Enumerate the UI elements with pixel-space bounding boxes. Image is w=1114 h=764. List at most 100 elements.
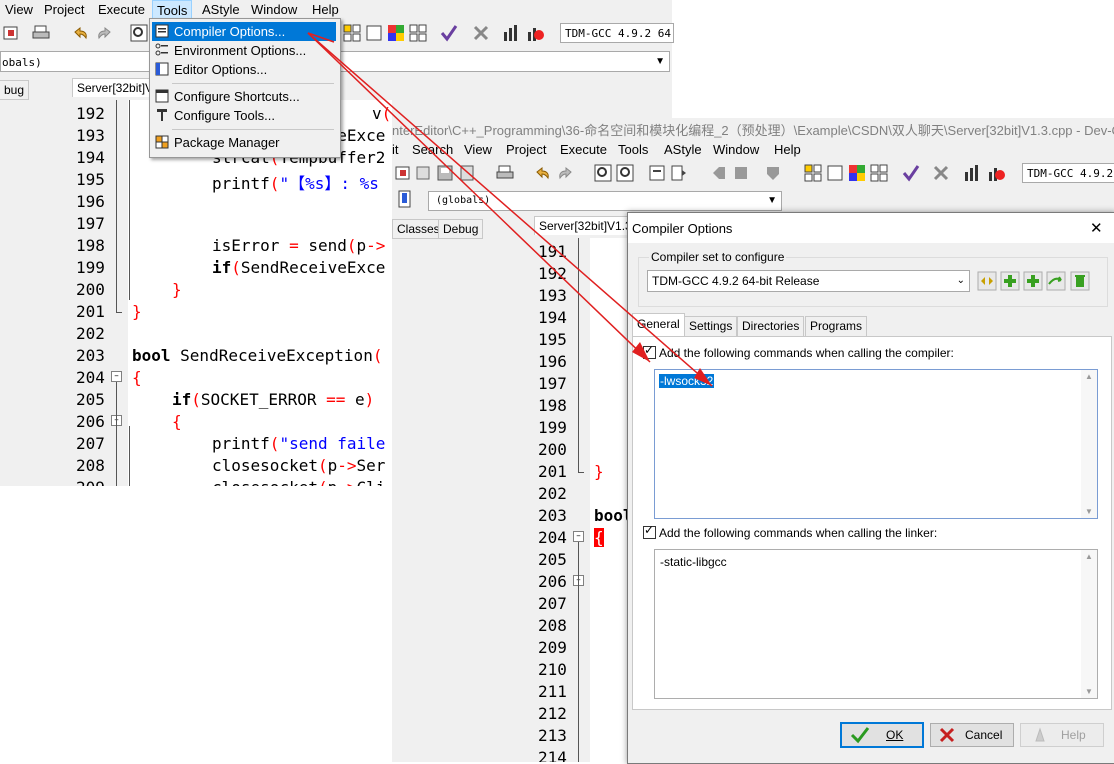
window-icon[interactable] bbox=[365, 24, 383, 42]
tab-file[interactable]: Server[32bit]V1.3 bbox=[534, 216, 637, 235]
menu-astyle[interactable]: AStyle bbox=[664, 142, 702, 157]
menu-help[interactable]: Help bbox=[312, 2, 339, 17]
tab-programs[interactable]: Programs bbox=[805, 316, 868, 337]
compiler-cmd-checkbox[interactable]: ✓ bbox=[643, 343, 656, 359]
checkmark-icon: ✓ bbox=[644, 523, 655, 537]
scroll-down-icon[interactable]: ▼ bbox=[1085, 687, 1093, 696]
close-file-icon[interactable] bbox=[2, 24, 20, 42]
rename-set-icon[interactable] bbox=[977, 271, 997, 291]
chevron-down-icon[interactable]: ▼ bbox=[655, 56, 665, 67]
menu-tools[interactable]: Tools bbox=[618, 142, 648, 157]
tab-general[interactable]: General bbox=[632, 313, 685, 337]
color-grid-icon[interactable] bbox=[848, 164, 866, 182]
compiler-select-value: TDM-GCC 4.9.2 64 bbox=[565, 27, 671, 40]
profile-icon[interactable] bbox=[987, 164, 1005, 182]
save-icon[interactable] bbox=[458, 164, 476, 182]
close-icon[interactable]: ✕ bbox=[1090, 219, 1103, 237]
vertical-scrollbar[interactable]: ▲ ▼ bbox=[1081, 550, 1097, 698]
chart-icon[interactable] bbox=[502, 24, 520, 42]
menu-execute[interactable]: Execute bbox=[560, 142, 607, 157]
scroll-up-icon[interactable]: ▲ bbox=[1085, 372, 1093, 381]
undo-icon[interactable] bbox=[72, 24, 90, 42]
compiler-cmd-textarea[interactable]: -lwsock32 ▲ ▼ bbox=[654, 369, 1098, 519]
menu-project[interactable]: Project bbox=[44, 2, 84, 17]
delete-icon[interactable] bbox=[932, 164, 950, 182]
find-sets-icon[interactable] bbox=[1046, 271, 1066, 291]
menu-item-package-manager[interactable]: Package Manager bbox=[152, 133, 336, 152]
check-syntax-icon[interactable] bbox=[902, 164, 920, 182]
tab-directories[interactable]: Directories bbox=[737, 316, 805, 337]
compiler-select[interactable]: TDM-GCC 4.9.2 64 bbox=[560, 23, 674, 43]
menu-window[interactable]: Window bbox=[251, 2, 297, 17]
chart-icon[interactable] bbox=[963, 164, 981, 182]
save-all-icon[interactable] bbox=[436, 164, 454, 182]
close-all-icon[interactable] bbox=[414, 164, 432, 182]
fold-toggle-icon[interactable]: – bbox=[111, 371, 122, 382]
shield-icon[interactable] bbox=[764, 164, 782, 182]
menu-window[interactable]: Window bbox=[713, 142, 759, 157]
tiles-icon[interactable] bbox=[409, 24, 427, 42]
redo-icon[interactable] bbox=[556, 164, 574, 182]
delete-set-icon[interactable] bbox=[1070, 271, 1090, 291]
tab-settings[interactable]: Settings bbox=[684, 316, 738, 337]
compiler-set-value: TDM-GCC 4.9.2 64-bit Release bbox=[652, 274, 820, 288]
find-icon[interactable] bbox=[130, 24, 148, 42]
menu-help[interactable]: Help bbox=[774, 142, 801, 157]
line-number: 193 bbox=[538, 286, 567, 305]
line-number: 192 bbox=[538, 264, 567, 283]
grid-icon[interactable] bbox=[804, 164, 822, 182]
print-icon[interactable] bbox=[496, 164, 514, 182]
menu-view[interactable]: View bbox=[464, 142, 492, 157]
grid-icon[interactable] bbox=[343, 24, 361, 42]
chevron-down-icon[interactable]: ▼ bbox=[767, 195, 777, 206]
vertical-scrollbar[interactable]: ▲ ▼ bbox=[1081, 370, 1097, 518]
compiler-set-select[interactable]: TDM-GCC 4.9.2 64-bit Release ⌄ bbox=[647, 270, 970, 292]
undo-icon[interactable] bbox=[534, 164, 552, 182]
tiles-icon[interactable] bbox=[870, 164, 888, 182]
line-number: 197 bbox=[76, 214, 105, 233]
class-browser-icon[interactable] bbox=[396, 190, 414, 208]
add-folder-set-icon[interactable] bbox=[1023, 271, 1043, 291]
bookmark-fwd-icon[interactable] bbox=[732, 164, 750, 182]
menu-item-environment-options[interactable]: Environment Options... bbox=[152, 41, 336, 60]
menu-search[interactable]: Search bbox=[412, 142, 453, 157]
ok-button[interactable]: OK bbox=[840, 722, 924, 748]
find-icon[interactable] bbox=[594, 164, 612, 182]
menu-item-configure-shortcuts[interactable]: Configure Shortcuts... bbox=[152, 87, 336, 106]
menu-execute[interactable]: Execute bbox=[98, 2, 145, 17]
chevron-down-icon[interactable]: ⌄ bbox=[957, 275, 965, 286]
delete-icon[interactable] bbox=[472, 24, 490, 42]
goto-icon[interactable] bbox=[648, 164, 666, 182]
menu-project[interactable]: Project bbox=[506, 142, 546, 157]
tab-classes[interactable]: Classes bbox=[392, 219, 445, 239]
color-grid-icon[interactable] bbox=[387, 24, 405, 42]
menu-edit[interactable]: it bbox=[392, 142, 399, 157]
scroll-down-icon[interactable]: ▼ bbox=[1085, 507, 1093, 516]
menu-item-configure-tools[interactable]: Configure Tools... bbox=[152, 106, 336, 125]
line-number: 209 bbox=[76, 478, 105, 486]
check-syntax-icon[interactable] bbox=[440, 24, 458, 42]
menu-astyle[interactable]: AStyle bbox=[202, 2, 240, 17]
linker-cmd-checkbox[interactable]: ✓ bbox=[643, 523, 656, 539]
cancel-button[interactable]: Cancel bbox=[930, 723, 1014, 747]
replace-icon[interactable] bbox=[616, 164, 634, 182]
add-set-icon[interactable] bbox=[1000, 271, 1020, 291]
tab-debug[interactable]: bug bbox=[0, 80, 30, 100]
indent-icon[interactable] bbox=[670, 164, 688, 182]
bookmark-back-icon[interactable] bbox=[710, 164, 728, 182]
fold-toggle-icon[interactable]: – bbox=[573, 531, 584, 542]
scroll-up-icon[interactable]: ▲ bbox=[1085, 552, 1093, 561]
linker-cmd-textarea[interactable]: -static-libgcc ▲ ▼ bbox=[654, 549, 1098, 699]
close-file-icon[interactable] bbox=[394, 164, 412, 182]
help-button[interactable]: Help bbox=[1020, 723, 1104, 747]
compiler-select[interactable]: TDM-GCC 4.9.2 bbox=[1022, 163, 1114, 183]
window-icon[interactable] bbox=[826, 164, 844, 182]
menu-item-compiler-options[interactable]: Compiler Options... bbox=[152, 22, 336, 41]
print-icon[interactable] bbox=[32, 24, 50, 42]
scope-select[interactable]: (globals) ▼ bbox=[428, 191, 782, 211]
redo-icon[interactable] bbox=[95, 24, 113, 42]
profile-icon[interactable] bbox=[526, 24, 544, 42]
tab-debug[interactable]: Debug bbox=[438, 219, 484, 239]
menu-item-editor-options[interactable]: Editor Options... bbox=[152, 60, 336, 79]
menu-view[interactable]: View bbox=[5, 2, 33, 17]
